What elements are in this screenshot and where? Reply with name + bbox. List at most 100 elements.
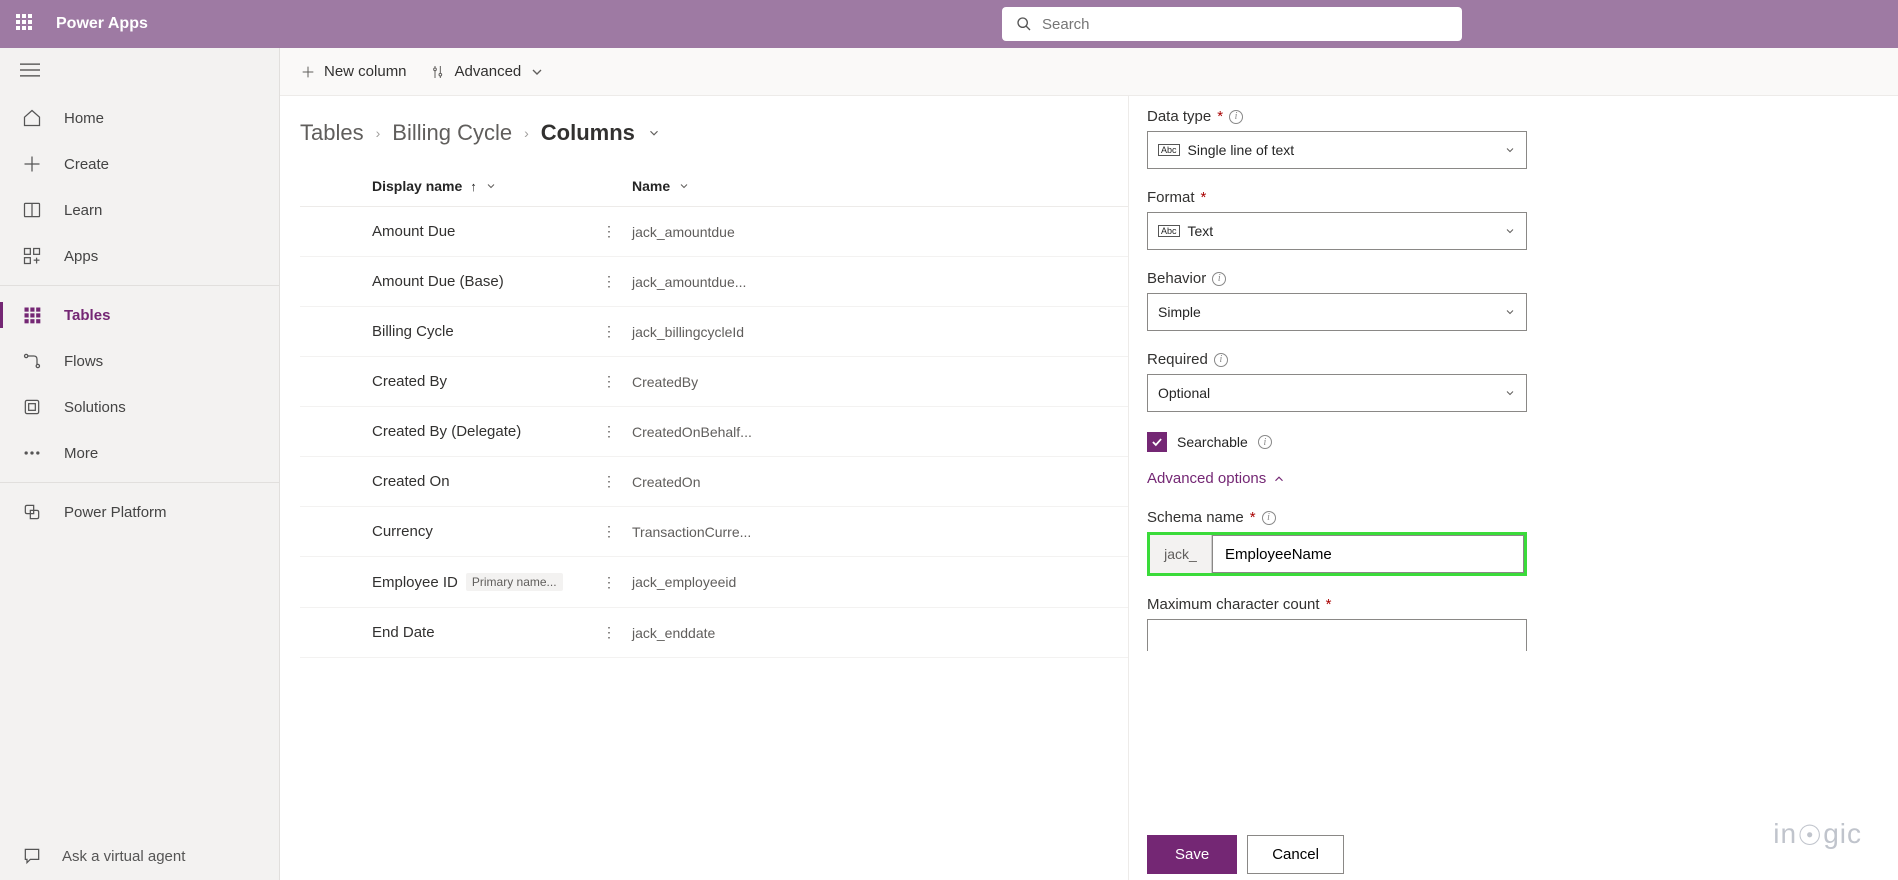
row-actions-icon[interactable]: ⋮ [602,523,632,540]
info-icon[interactable]: i [1212,272,1226,286]
plus-icon [22,154,42,174]
search-box[interactable] [1002,7,1462,41]
info-icon[interactable]: i [1214,353,1228,367]
info-icon[interactable]: i [1258,435,1272,449]
cell-name: jack_enddate [632,625,715,641]
searchable-checkbox-row[interactable]: Searchable i [1147,432,1880,452]
chevron-down-icon [1504,306,1516,318]
chevron-down-icon [1504,225,1516,237]
chevron-up-icon [1272,472,1286,486]
app-launcher-icon[interactable] [16,14,36,34]
max-char-input[interactable] [1147,619,1527,651]
data-type-value: Single line of text [1188,142,1295,158]
sidebar-item-label: Apps [64,248,98,265]
new-column-button[interactable]: New column [300,63,407,80]
sort-asc-icon: ↑ [470,179,477,194]
required-label: Requiredi [1147,351,1880,368]
text-type-icon: Abc [1158,225,1180,237]
row-actions-icon[interactable]: ⋮ [602,423,632,440]
sidebar-item-create[interactable]: Create [0,141,279,187]
sidebar-item-apps[interactable]: Apps [0,233,279,279]
platform-icon [22,502,42,522]
cell-name: jack_amountdue [632,224,735,240]
breadcrumb-sep: › [376,125,381,141]
sidebar-item-label: More [64,445,98,462]
cell-display-name: Amount Due (Base) [372,273,602,290]
cell-display-name: Billing Cycle [372,323,602,340]
sidebar-item-flows[interactable]: Flows [0,338,279,384]
sidebar-item-home[interactable]: Home [0,95,279,141]
column-properties-panel: Data type*i Abc Single line of text Form… [1128,96,1898,880]
schema-name-field: jack_ [1147,532,1527,576]
behavior-select[interactable]: Simple [1147,293,1527,331]
brand-label: Power Apps [56,15,148,33]
row-actions-icon[interactable]: ⋮ [602,223,632,240]
required-select[interactable]: Optional [1147,374,1527,412]
sidebar-item-label: Tables [64,307,110,324]
advanced-label: Advanced [455,63,522,80]
advanced-options-toggle[interactable]: Advanced options [1147,470,1880,487]
search-icon [1016,16,1032,32]
ask-label: Ask a virtual agent [62,848,185,865]
advanced-button[interactable]: Advanced [431,63,546,80]
chevron-down-icon[interactable] [485,180,497,192]
more-icon [22,443,42,463]
top-bar: Power Apps [0,0,1898,48]
sidebar-item-learn[interactable]: Learn [0,187,279,233]
new-column-label: New column [324,63,407,80]
book-icon [22,200,42,220]
sidebar-item-label: Create [64,156,109,173]
home-icon [22,108,42,128]
max-char-label: Maximum character count* [1147,596,1880,613]
cell-display-name: End Date [372,624,602,641]
breadcrumb-columns[interactable]: Columns [541,120,635,146]
format-label: Format* [1147,189,1880,206]
settings-icon [431,64,447,80]
chat-icon [22,846,42,866]
breadcrumb-billing-cycle[interactable]: Billing Cycle [392,120,512,146]
sidebar-item-power-platform[interactable]: Power Platform [0,489,279,535]
behavior-label: Behaviori [1147,270,1880,287]
row-actions-icon[interactable]: ⋮ [602,323,632,340]
cell-name: CreatedBy [632,374,698,390]
sidebar: Home Create Learn Apps Tables Flows Solu… [0,48,280,880]
breadcrumb-sep: › [524,125,529,141]
row-actions-icon[interactable]: ⋮ [602,624,632,641]
format-select[interactable]: Abc Text [1147,212,1527,250]
sidebar-item-solutions[interactable]: Solutions [0,384,279,430]
behavior-value: Simple [1158,304,1201,320]
grid-icon [22,305,42,325]
schema-name-input[interactable] [1212,535,1524,573]
row-actions-icon[interactable]: ⋮ [602,273,632,290]
hamburger-icon[interactable] [0,48,279,95]
info-icon[interactable]: i [1229,110,1243,124]
row-actions-icon[interactable]: ⋮ [602,473,632,490]
plus-icon [300,64,316,80]
search-input[interactable] [1042,16,1448,33]
chevron-down-icon[interactable] [678,180,690,192]
header-display-name[interactable]: Display name ↑ [372,178,632,194]
primary-badge: Primary name... [466,573,563,591]
checkbox-checked-icon[interactable] [1147,432,1167,452]
cell-display-name: Currency [372,523,602,540]
cancel-button[interactable]: Cancel [1247,835,1344,874]
sidebar-item-label: Learn [64,202,102,219]
chevron-down-icon [1504,387,1516,399]
sidebar-item-more[interactable]: More [0,430,279,476]
row-actions-icon[interactable]: ⋮ [602,574,632,591]
info-icon[interactable]: i [1262,511,1276,525]
ask-virtual-agent[interactable]: Ask a virtual agent [0,832,279,880]
save-button[interactable]: Save [1147,835,1237,874]
cell-display-name: Created By [372,373,602,390]
header-name[interactable]: Name [632,178,690,194]
row-actions-icon[interactable]: ⋮ [602,373,632,390]
sidebar-item-tables[interactable]: Tables [0,292,279,338]
cell-display-name: Created By (Delegate) [372,423,602,440]
text-type-icon: Abc [1158,144,1180,156]
apps-icon [22,246,42,266]
data-type-select[interactable]: Abc Single line of text [1147,131,1527,169]
watermark-logo: in☉gic [1773,818,1862,852]
required-value: Optional [1158,385,1210,401]
breadcrumb-tables[interactable]: Tables [300,120,364,146]
chevron-down-icon[interactable] [647,126,661,140]
